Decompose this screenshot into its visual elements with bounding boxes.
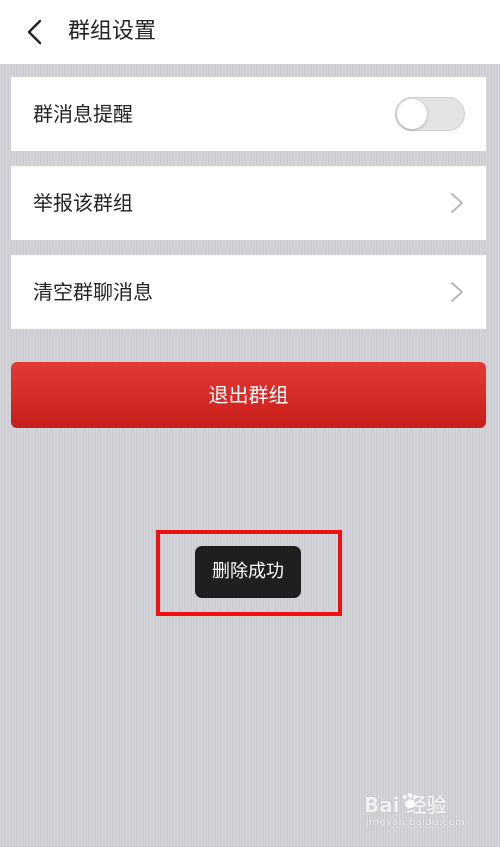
- setting-row-label: 清空群聊消息: [33, 280, 153, 304]
- exit-group-button[interactable]: 退出群组: [11, 362, 486, 428]
- chevron-right-icon: [451, 193, 463, 213]
- setting-row-label: 群消息提醒: [33, 102, 133, 126]
- paw-icon: [403, 793, 417, 808]
- setting-row-label: 举报该群组: [33, 191, 133, 215]
- baidu-jingyan-watermark: Bai 经验 jingyan.baidu.com: [364, 789, 482, 833]
- group-notification-toggle[interactable]: [395, 97, 465, 131]
- app-header: 群组设置: [0, 0, 500, 64]
- setting-row-report-group[interactable]: 举报该群组: [11, 166, 486, 240]
- chevron-right-icon: [451, 282, 463, 302]
- watermark-url: jingyan.baidu.com: [366, 817, 466, 828]
- toggle-knob: [397, 99, 427, 129]
- page-title: 群组设置: [68, 19, 157, 44]
- setting-row-clear-chat[interactable]: 清空群聊消息: [11, 255, 486, 329]
- chevron-left-icon[interactable]: [22, 18, 50, 46]
- setting-row-group-notification: 群消息提醒: [11, 77, 486, 151]
- toast-message: 删除成功: [195, 546, 301, 598]
